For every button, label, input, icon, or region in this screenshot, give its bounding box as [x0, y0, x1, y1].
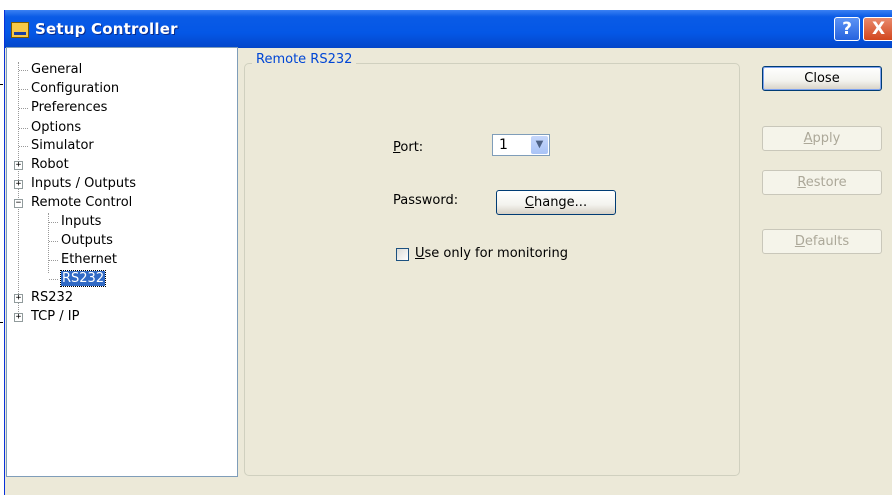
defaults-rest: efaults [804, 234, 850, 249]
tree-item-label: Robot [31, 157, 69, 172]
port-label: Port: [393, 140, 423, 155]
monitor-hotkey: U [415, 246, 425, 261]
tree-item-label: Outputs [61, 233, 113, 248]
defaults-hotkey: D [794, 234, 805, 249]
restore-button[interactable]: Restore [762, 170, 882, 195]
edge-mark [0, 322, 3, 323]
tree-item-label: Inputs [61, 214, 102, 229]
settings-tree[interactable]: General Configuration Preferences Option… [6, 47, 238, 477]
tree-item-preferences[interactable]: Preferences [31, 100, 107, 116]
tree-connector [19, 89, 28, 90]
expand-plus-icon[interactable]: + [14, 180, 23, 189]
tree-item-label: General [31, 62, 83, 77]
tree-item-options[interactable]: Options [31, 120, 81, 136]
tree-item-remote-ethernet[interactable]: Ethernet [61, 252, 117, 268]
tree-connector [19, 146, 28, 147]
edge-mark [0, 84, 3, 85]
tree-item-label: RS232 [59, 270, 107, 287]
tree-item-label: Simulator [31, 138, 94, 153]
tree-item-rs232[interactable]: RS232 [31, 290, 73, 306]
tree-connector [49, 279, 58, 280]
collapse-minus-icon[interactable]: − [14, 199, 23, 208]
change-hotkey: C [524, 195, 534, 210]
tree-connector [49, 260, 58, 261]
tree-connector [18, 62, 19, 320]
close-button[interactable]: Close [762, 66, 882, 91]
restore-hotkey: R [797, 175, 806, 190]
tree-item-label: RS232 [31, 290, 74, 305]
tree-item-label: Preferences [31, 100, 108, 115]
apply-hotkey: A [803, 131, 813, 146]
close-window-button[interactable]: X [863, 17, 892, 41]
chevron-down-icon[interactable]: ▼ [531, 136, 548, 154]
tree-item-label: TCP / IP [31, 309, 80, 324]
port-label-rest: ort: [400, 140, 424, 155]
monitor-rest: se only for monitoring [424, 246, 569, 261]
tree-connector [49, 241, 58, 242]
change-password-button[interactable]: Change... [496, 190, 616, 215]
expand-plus-icon[interactable]: + [14, 294, 23, 303]
window-app-icon [11, 22, 29, 38]
remote-rs232-group [244, 63, 740, 476]
tree-connector [49, 222, 58, 223]
tree-item-label: Inputs / Outputs [31, 176, 137, 191]
tree-connector [19, 128, 28, 129]
monitoring-only-checkbox[interactable] [396, 248, 409, 261]
monitoring-only-label[interactable]: Use only for monitoring [415, 246, 568, 261]
port-select[interactable]: 1 ▼ [492, 134, 550, 156]
window-title: Setup Controller [35, 20, 178, 38]
tree-item-label: Options [31, 120, 82, 135]
apply-rest: pply [812, 131, 841, 146]
tree-connector [19, 70, 28, 71]
tree-item-remote-inputs[interactable]: Inputs [61, 214, 101, 230]
apply-button[interactable]: Apply [762, 126, 882, 151]
tree-item-remote-rs232[interactable]: RS232 [59, 270, 107, 287]
password-label: Password: [393, 193, 459, 208]
tree-item-label: Ethernet [61, 252, 117, 267]
tree-item-configuration[interactable]: Configuration [31, 81, 119, 97]
expand-plus-icon[interactable]: + [14, 313, 23, 322]
tree-item-label: Remote Control [31, 195, 133, 210]
tree-item-remote-outputs[interactable]: Outputs [61, 233, 113, 249]
tree-item-label: Configuration [31, 81, 120, 96]
restore-rest: estore [805, 175, 847, 190]
port-value: 1 [499, 137, 508, 153]
tree-item-simulator[interactable]: Simulator [31, 138, 94, 154]
tree-item-general[interactable]: General [31, 62, 82, 78]
tree-item-robot[interactable]: Robot [31, 157, 69, 173]
help-button[interactable]: ? [834, 17, 860, 41]
tree-item-remote-control[interactable]: Remote Control [31, 195, 132, 211]
expand-plus-icon[interactable]: + [14, 161, 23, 170]
change-rest: hange... [533, 195, 588, 210]
tree-connector [19, 108, 28, 109]
tree-item-inputs-outputs[interactable]: Inputs / Outputs [31, 176, 136, 192]
defaults-button[interactable]: Defaults [762, 229, 882, 254]
background-strip [0, 0, 892, 9]
group-title: Remote RS232 [252, 52, 357, 67]
tree-item-tcp-ip[interactable]: TCP / IP [31, 309, 79, 325]
title-bar[interactable]: Setup Controller ? X [5, 10, 892, 48]
